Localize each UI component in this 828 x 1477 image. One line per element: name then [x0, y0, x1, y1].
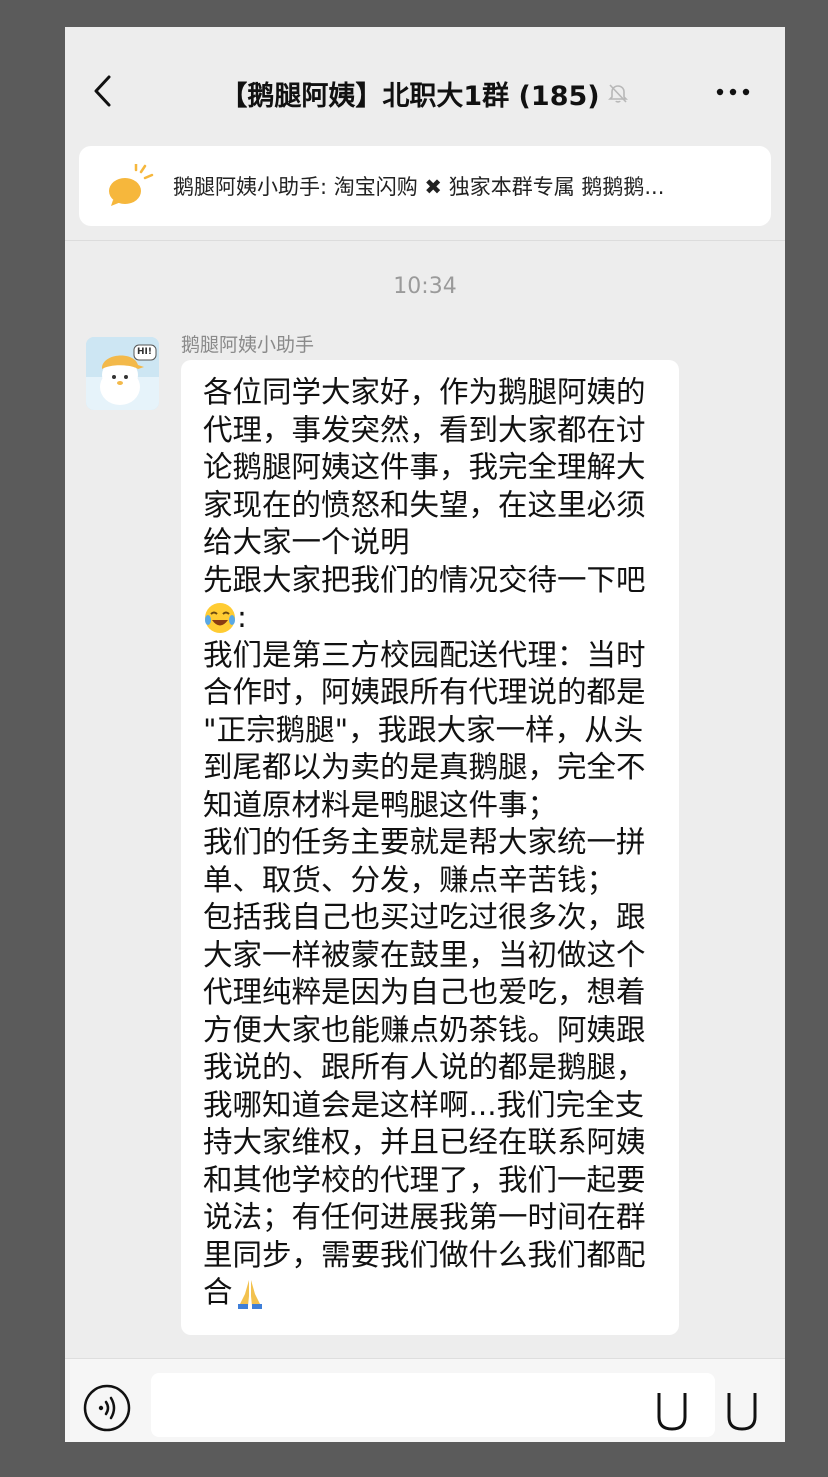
message-line: 家现在的愤怒和失望，在这里必须: [203, 487, 646, 522]
message-line: 持大家维权，并且已经在联系阿姨: [203, 1125, 646, 1159]
bell-muted-icon: [607, 84, 628, 103]
back-button[interactable]: [89, 71, 119, 111]
message-line: 包括我自己也买过吃过很多次，跟: [203, 900, 646, 934]
message-bubble[interactable]: 各位同学大家好，作为鹅腿阿姨的 代理，事发突然，看到大家都在讨 论鹅腿阿姨这件事…: [181, 360, 679, 1335]
message-line: 论鹅腿阿姨这件事，我完全理解大: [203, 450, 646, 484]
message-line: 我说的、跟所有人说的都是鹅腿，: [203, 1050, 646, 1084]
top-bar: 【鹅腿阿姨】北职大1群 (185): [65, 27, 785, 147]
message-line: 给大家一个说明: [203, 525, 410, 559]
more-button[interactable]: [715, 82, 751, 102]
message-line: 里同步，需要我们做什么我们都配: [203, 1237, 646, 1272]
avatar[interactable]: HI!: [86, 337, 159, 410]
message-line: 我们的任务主要就是帮大家统一拼: [203, 825, 646, 859]
chat-window: 【鹅腿阿姨】北职大1群 (185) 鹅腿阿姨小助手: 淘宝闪购 ✖ 独家本群专属…: [65, 27, 785, 1442]
message-line: 到尾都以为卖的是真鹅腿，完全不: [203, 750, 646, 784]
message-line: 和其他学校的代理了，我们一起要: [203, 1162, 646, 1197]
praying-hands-emoji-icon: [237, 1279, 262, 1309]
more-dots-icon: [716, 88, 750, 96]
message-line: 我们是第三方校园配送代理：当时: [203, 637, 646, 672]
avatar-label: HI!: [137, 347, 152, 357]
laughing-crying-emoji-icon: [205, 602, 235, 633]
chevron-left-icon: [94, 75, 111, 107]
megaphone-icon: [109, 164, 154, 206]
message-line: 说法；有任何进展我第一时间在群: [203, 1200, 646, 1234]
message-input[interactable]: [151, 1373, 715, 1437]
emoji-icon: [657, 1393, 687, 1431]
title-area: 【鹅腿阿姨】北职大1群 (185): [165, 73, 685, 113]
sender-name: 鹅腿阿姨小助手: [181, 334, 315, 356]
message-line: 单、取货、分发，赚点辛苦钱；: [203, 862, 617, 897]
message-line: 大家一样被蒙在鼓里，当初做这个: [203, 937, 646, 972]
message-line: 先跟大家把我们的情况交待一下吧: [203, 562, 646, 597]
message-line: 代理，事发突然，看到大家都在讨: [203, 412, 646, 447]
message-line-text: :: [237, 600, 247, 634]
message-line-with-emoji: 合: [203, 1274, 659, 1312]
message-timestamp: 10:34: [393, 274, 457, 299]
voice-icon: [83, 1384, 131, 1432]
emoji-button[interactable]: [655, 1389, 689, 1433]
message-line: 知道原材料是鸭腿这件事；: [203, 787, 558, 822]
message-line: 各位同学大家好，作为鹅腿阿姨的: [203, 375, 646, 409]
chat-title: 【鹅腿阿姨】北职大1群 (185): [220, 80, 600, 112]
message-line: 代理纯粹是因为自己也爱吃，想着: [203, 975, 646, 1009]
notice-text: 鹅腿阿姨小助手: 淘宝闪购 ✖ 独家本群专属 鹅鹅鹅...: [173, 175, 665, 199]
divider: [65, 240, 785, 241]
plus-icon: [727, 1393, 757, 1431]
message-line: "正宗鹅腿"，我跟大家一样，从头: [203, 712, 644, 747]
voice-button[interactable]: [82, 1383, 132, 1433]
message-line-with-emoji: :: [203, 599, 659, 637]
message-line: 方便大家也能赚点奶茶钱。阿姨跟: [203, 1012, 646, 1047]
message-line: 我哪知道会是这样啊...我们完全支: [203, 1087, 645, 1122]
message-line-text: 合: [203, 1275, 233, 1309]
plus-button[interactable]: [725, 1389, 759, 1433]
pinned-notice[interactable]: 鹅腿阿姨小助手: 淘宝闪购 ✖ 独家本群专属 鹅鹅鹅...: [79, 146, 771, 226]
message-line: 合作时，阿姨跟所有代理说的都是: [203, 675, 646, 709]
input-bar: [65, 1358, 785, 1442]
